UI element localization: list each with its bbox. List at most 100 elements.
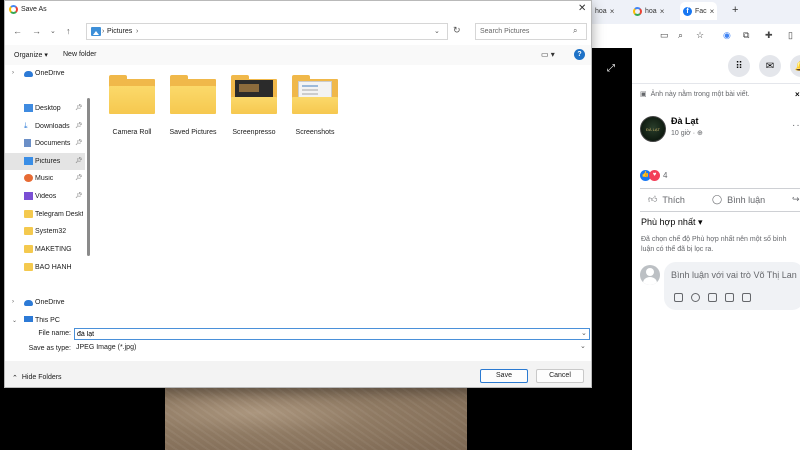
sort-description: Đã chọn chế độ Phù hợp nhất nên một số b… [641, 236, 787, 253]
sidebar-icon[interactable]: ▯ [788, 30, 793, 41]
breadcrumb-separator: › [102, 28, 105, 35]
save-button[interactable]: Save [480, 369, 528, 383]
more-options-icon[interactable]: ··· [792, 120, 800, 131]
recent-locations-icon[interactable]: ⌄ [50, 27, 56, 35]
sidebar-item-label: OneDrive [35, 299, 65, 306]
comment-input[interactable]: Bình luận với vai trò Võ Thị Lan [664, 262, 800, 310]
expand-icon[interactable]: ⤢ [607, 63, 615, 74]
zoom-icon[interactable]: ⌕ [678, 30, 683, 41]
comment-button[interactable]: ◯ Bình luận [712, 194, 765, 205]
comment-icon: ◯ [712, 194, 723, 204]
desktop-icon [24, 104, 33, 112]
chevron-down-icon[interactable]: ⌄ [581, 329, 587, 337]
chevron-up-icon: ⌃ [12, 375, 18, 382]
profile-extension-icon[interactable]: ◉ [723, 30, 731, 41]
chevron-down-icon[interactable]: ⌄ [12, 317, 17, 324]
folder-name: Saved Pictures [169, 129, 217, 136]
post-author[interactable]: Đà Lạt [671, 116, 699, 126]
cancel-button[interactable]: Cancel [536, 369, 584, 383]
page-avatar[interactable]: ĐÀ LẠT [640, 116, 666, 142]
menu-grid-icon[interactable]: ⠿ [728, 55, 750, 77]
pin-icon: 📌︎ [75, 105, 83, 111]
avatar[interactable] [640, 265, 660, 285]
reactions-summary[interactable]: 👍 ♥ 4 [640, 170, 667, 181]
chrome-icon [9, 5, 18, 14]
navigation-bar: ← → ⌄ ↑ › Pictures › ⌄ ↻ Search Pictures… [5, 19, 591, 45]
chevron-right-icon[interactable]: › [12, 70, 14, 76]
organize-menu[interactable]: Organize ▾ [14, 51, 48, 59]
facebook-header: ⠿ ✉ 🔔 [632, 48, 800, 84]
dialog-footer: ⌃ Hide Folders Save Cancel [5, 361, 591, 387]
browser-tab[interactable]: hoa × [630, 2, 667, 20]
back-arrow-icon[interactable]: ← [13, 26, 22, 36]
folder-item-camera-roll[interactable]: Camera Roll [103, 71, 161, 141]
view-options-icon[interactable]: ▭ ▾ [541, 50, 555, 59]
sidebar-item-maketing[interactable]: MAKETING [5, 241, 85, 258]
up-arrow-icon[interactable]: ↑ [66, 26, 71, 36]
post-side-panel: ▣ Ảnh này nằm trong một bài viết. × ĐÀ L… [632, 84, 800, 450]
file-name-input[interactable] [75, 329, 575, 339]
folder-item-screenpresso[interactable]: Screenpresso [225, 71, 283, 141]
close-icon[interactable]: × [660, 7, 665, 16]
sidebar-item-telegram-desktop[interactable]: Telegram Desktop [5, 206, 85, 223]
breadcrumb-separator[interactable]: › [136, 28, 138, 35]
file-name-field[interactable]: ⌄ [74, 328, 590, 340]
search-input[interactable]: Search Pictures ⌕ [475, 23, 587, 40]
sidebar-item-music[interactable]: Music 📌︎ [5, 170, 85, 187]
messenger-icon[interactable]: ✉ [759, 55, 781, 77]
sidebar-item-bao-hanh[interactable]: BẢO HÀNH [5, 259, 85, 276]
sidebar-item-downloads[interactable]: ⤓ Downloads 📌︎ [5, 118, 85, 135]
hide-folders-label: Hide Folders [21, 374, 62, 381]
sidebar-item-system32[interactable]: System32 [5, 223, 85, 240]
close-icon[interactable]: × [795, 90, 800, 99]
sticker-icon[interactable] [674, 293, 683, 302]
file-list: Camera Roll Saved Pictures Screenpresso … [93, 65, 591, 327]
like-button[interactable]: 👍︎ Thích [648, 194, 685, 205]
love-reaction-icon: ♥ [649, 170, 660, 181]
notifications-icon[interactable]: 🔔 [790, 55, 800, 77]
folder-item-saved-pictures[interactable]: Saved Pictures [164, 71, 222, 141]
forward-arrow-icon[interactable]: → [32, 26, 41, 36]
emoji-icon[interactable] [691, 293, 700, 302]
share-icon[interactable]: ↪ [792, 194, 800, 205]
sidebar-scrollbar-thumb[interactable] [87, 98, 90, 256]
gif-icon[interactable] [725, 293, 734, 302]
folder-icon [24, 210, 33, 218]
copy-icon[interactable]: ⧉ [743, 30, 749, 41]
browser-tab[interactable]: hoa × [592, 2, 617, 20]
chevron-down-icon[interactable]: ⌄ [580, 342, 586, 350]
sidebar-item-videos[interactable]: Videos 📌︎ [5, 188, 85, 205]
dialog-titlebar[interactable]: Save As ✕ [5, 1, 591, 19]
star-icon[interactable]: ☆ [696, 30, 704, 41]
new-tab-button[interactable]: + [732, 4, 738, 16]
save-type-select[interactable]: JPEG Image (*.jpg) ⌄ [74, 342, 590, 354]
chevron-right-icon[interactable]: › [12, 299, 14, 305]
sidebar-item-onedrive-2[interactable]: › OneDrive [5, 294, 85, 311]
sidebar-item-onedrive[interactable]: › OneDrive [5, 65, 85, 82]
breadcrumb-pictures[interactable]: Pictures [107, 28, 132, 35]
sort-dropdown[interactable]: Phù hợp nhất ▾ [641, 217, 703, 228]
address-bar[interactable]: › Pictures › ⌄ [86, 23, 448, 40]
tab-title: hoa [645, 7, 657, 15]
avatar-sticker-icon[interactable] [742, 293, 751, 302]
browser-tab-active[interactable]: f Fac × [680, 2, 718, 20]
folder-item-screenshots[interactable]: Screenshots [286, 71, 344, 141]
tab-title: Fac [695, 7, 707, 15]
sidebar-item-documents[interactable]: Documents 📌︎ [5, 135, 85, 152]
chevron-down-icon[interactable]: ⌄ [434, 27, 440, 35]
close-icon[interactable]: × [710, 7, 715, 16]
camera-icon[interactable] [708, 293, 717, 302]
extensions-icon[interactable]: ✚ [765, 30, 773, 41]
refresh-icon[interactable]: ↻ [453, 25, 461, 36]
search-icon[interactable]: ⌕ [573, 26, 577, 36]
screen-cast-icon[interactable]: ▭ [660, 30, 669, 41]
close-icon[interactable]: × [610, 7, 615, 16]
new-folder-button[interactable]: New folder [63, 51, 96, 58]
sidebar-item-pictures[interactable]: Pictures 📌︎ [5, 153, 85, 170]
sidebar-item-desktop[interactable]: Desktop 📌︎ [5, 100, 85, 117]
facebook-icon: f [683, 6, 692, 16]
close-icon[interactable]: ✕ [578, 3, 586, 14]
hide-folders-button[interactable]: ⌃ Hide Folders [12, 374, 62, 382]
help-icon[interactable]: ? [574, 49, 585, 60]
cloud-icon [24, 71, 33, 77]
